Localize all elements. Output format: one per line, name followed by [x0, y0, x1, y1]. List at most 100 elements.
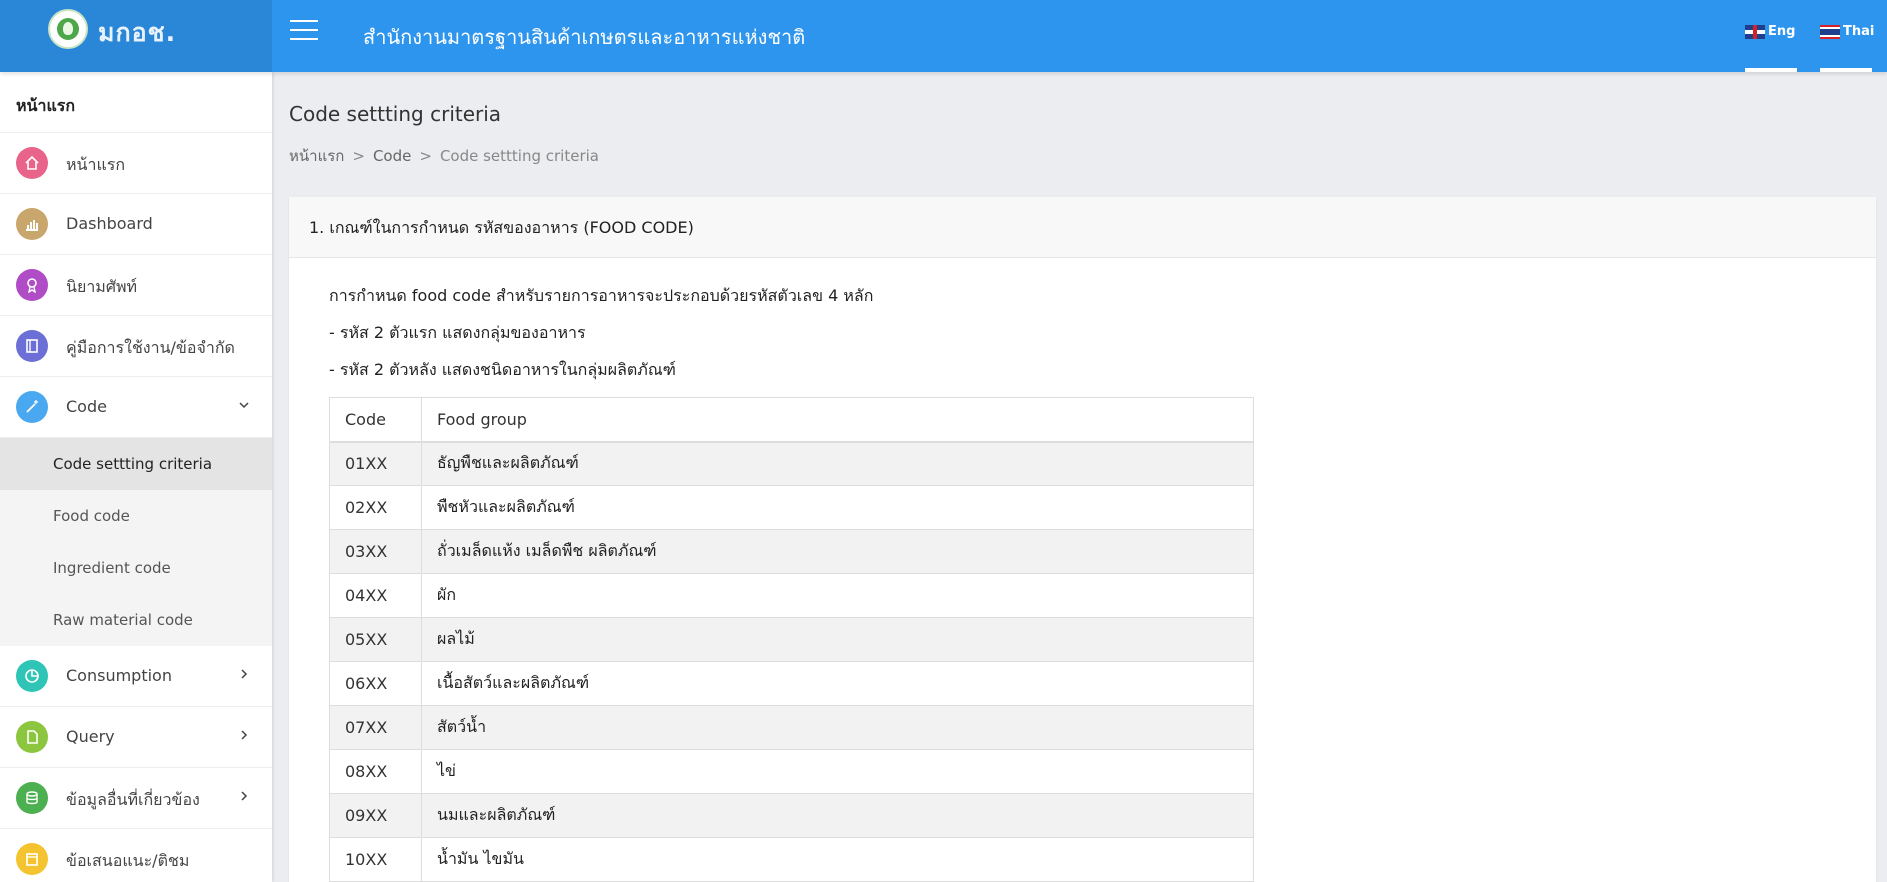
- thai-flag-icon: [1820, 24, 1840, 39]
- magic-wand-icon: [16, 391, 48, 423]
- cell-code: 06XX: [329, 661, 422, 706]
- sidebar-subitem-raw-material-code[interactable]: Raw material code: [0, 594, 272, 646]
- book-icon: [16, 330, 48, 362]
- food-group-table: Code Food group 01XX ธัญพืชและผลิตภัณฑ์ 0…: [329, 397, 1254, 882]
- column-header-food-group: Food group: [421, 397, 1254, 443]
- description-text: - รหัส 2 ตัวแรก แสดงกลุ่มของอาหาร: [329, 323, 586, 342]
- table-row: 04XX ผัก: [329, 573, 1254, 618]
- cell-code: 08XX: [329, 749, 422, 794]
- table-row: 09XX นมและผลิตภัณฑ์: [329, 793, 1254, 838]
- bar-chart-icon: [16, 208, 48, 240]
- note-icon: [16, 843, 48, 875]
- breadcrumb-code[interactable]: Code: [373, 147, 411, 165]
- sidebar: หน้าแรก หน้าแรก Dashboard นิยามศัพท์ คู่…: [0, 72, 272, 882]
- sidebar-subitem-code-setting-criteria[interactable]: Code settting criteria: [0, 438, 272, 490]
- uk-flag-icon: [1745, 24, 1765, 39]
- sidebar-item-label: หน้าแรก: [66, 155, 126, 174]
- sidebar-item-label: คู่มือการใช้งาน/ข้อจำกัด: [66, 338, 235, 357]
- table-row: 01XX ธัญพืชและผลิตภัณฑ์: [329, 441, 1254, 486]
- sidebar-item-label: Consumption: [66, 666, 172, 685]
- chevron-right-icon: [241, 791, 248, 801]
- sidebar-subitem-label: Ingredient code: [53, 559, 171, 577]
- lang-en-label: Eng: [1768, 24, 1796, 39]
- brand[interactable]: มกอช.: [0, 0, 272, 72]
- description-text: - รหัส 2 ตัวหลัง แสดงชนิดอาหารในกลุ่มผลิ…: [329, 360, 676, 379]
- table-row: 07XX สัตว์น้ำ: [329, 705, 1254, 750]
- table-header-row: Code Food group: [329, 397, 1254, 443]
- cell-food-group: ธัญพืชและผลิตภัณฑ์: [421, 441, 1254, 486]
- sidebar-subitem-label: Food code: [53, 507, 130, 525]
- sidebar-item-dashboard[interactable]: Dashboard: [0, 194, 272, 255]
- sidebar-subitem-food-code[interactable]: Food code: [0, 490, 272, 542]
- cell-food-group: เนื้อสัตว์และผลิตภัณฑ์: [421, 661, 1254, 706]
- sidebar-header: หน้าแรก: [0, 72, 272, 133]
- sidebar-item-label: Dashboard: [66, 214, 153, 233]
- database-icon: [16, 782, 48, 814]
- card-body: การกำหนด food code สำหรับรายการอาหารจะปร…: [289, 258, 1876, 882]
- brand-name: มกอช.: [98, 18, 177, 47]
- cell-code: 04XX: [329, 573, 422, 618]
- site-title: สำนักงานมาตรฐานสินค้าเกษตรและอาหารแห่งชา…: [363, 25, 806, 49]
- chevron-down-icon: [239, 402, 249, 409]
- logo-icon: [48, 9, 88, 49]
- document-icon: [16, 721, 48, 753]
- sidebar-item-glossary[interactable]: นิยามศัพท์: [0, 255, 272, 316]
- chevron-right-icon: [241, 730, 248, 740]
- lang-en-button[interactable]: Eng: [1745, 24, 1795, 39]
- sidebar-item-label: ข้อเสนอแนะ/ติชม: [66, 851, 190, 870]
- sidebar-item-feedback[interactable]: ข้อเสนอแนะ/ติชม: [0, 829, 272, 882]
- cell-code: 02XX: [329, 485, 422, 530]
- sidebar-subitem-label: Code settting criteria: [53, 455, 213, 473]
- cell-food-group: พืชหัวและผลิตภัณฑ์: [421, 485, 1254, 530]
- sidebar-item-label: Query: [66, 727, 115, 746]
- card-title: 1. เกณฑ์ในการกำหนด รหัสของอาหาร (FOOD CO…: [289, 197, 1876, 258]
- cell-food-group: ไข่: [421, 749, 1254, 794]
- sidebar-item-related-info[interactable]: ข้อมูลอื่นที่เกี่ยวข้อง: [0, 768, 272, 829]
- sidebar-item-manual[interactable]: คู่มือการใช้งาน/ข้อจำกัด: [0, 316, 272, 377]
- sidebar-item-label: Code: [66, 397, 107, 416]
- cell-code: 05XX: [329, 617, 422, 662]
- sidebar-item-query[interactable]: Query: [0, 707, 272, 768]
- sidebar-item-home[interactable]: หน้าแรก: [0, 133, 272, 194]
- top-bar: มกอช. สำนักงานมาตรฐานสินค้าเกษตรและอาหาร…: [0, 0, 1887, 72]
- cell-food-group: สัตว์น้ำ: [421, 705, 1254, 750]
- chevron-right-icon: [241, 669, 248, 679]
- table-row: 08XX ไข่: [329, 749, 1254, 794]
- table-row: 06XX เนื้อสัตว์และผลิตภัณฑ์: [329, 661, 1254, 706]
- sidebar-item-consumption[interactable]: Consumption: [0, 646, 272, 707]
- table-row: 03XX ถั่วเมล็ดแห้ง เมล็ดพืช ผลิตภัณฑ์: [329, 529, 1254, 574]
- cell-food-group: นมและผลิตภัณฑ์: [421, 793, 1254, 838]
- table-row: 05XX ผลไม้: [329, 617, 1254, 662]
- cell-code: 07XX: [329, 705, 422, 750]
- sidebar-item-code[interactable]: Code: [0, 377, 272, 438]
- lang-th-label: Thai: [1843, 24, 1875, 39]
- description-text: การกำหนด food code สำหรับรายการอาหารจะปร…: [329, 286, 874, 305]
- sidebar-subitem-ingredient-code[interactable]: Ingredient code: [0, 542, 272, 594]
- cell-food-group: ถั่วเมล็ดแห้ง เมล็ดพืช ผลิตภัณฑ์: [421, 529, 1254, 574]
- lang-th-underline: [1820, 68, 1872, 72]
- menu-icon[interactable]: [290, 20, 318, 42]
- sidebar-item-label: นิยามศัพท์: [66, 277, 138, 296]
- cell-code: 09XX: [329, 793, 422, 838]
- cell-code: 03XX: [329, 529, 422, 574]
- cell-food-group: น้ำมัน ไขมัน: [421, 837, 1254, 882]
- table-row: 10XX น้ำมัน ไขมัน: [329, 837, 1254, 882]
- pie-chart-icon: [16, 660, 48, 692]
- home-icon: [16, 147, 48, 179]
- sidebar-subitem-label: Raw material code: [53, 611, 193, 629]
- content-card: 1. เกณฑ์ในการกำหนด รหัสของอาหาร (FOOD CO…: [289, 197, 1876, 882]
- breadcrumb-current: Code settting criteria: [439, 147, 599, 165]
- page-title: Code settting criteria: [289, 102, 502, 126]
- sidebar-item-label: ข้อมูลอื่นที่เกี่ยวข้อง: [66, 790, 200, 809]
- cell-code: 01XX: [329, 441, 422, 486]
- cell-food-group: ผลไม้: [421, 617, 1254, 662]
- table-row: 02XX พืชหัวและผลิตภัณฑ์: [329, 485, 1254, 530]
- lang-th-button[interactable]: Thai: [1820, 24, 1874, 39]
- cell-code: 10XX: [329, 837, 422, 882]
- ribbon-icon: [16, 269, 48, 301]
- breadcrumb: หน้าแรก > Code > Code settting criteria: [289, 147, 599, 165]
- breadcrumb-home[interactable]: หน้าแรก: [289, 147, 344, 165]
- lang-en-underline: [1745, 68, 1797, 72]
- cell-food-group: ผัก: [421, 573, 1254, 618]
- column-header-code: Code: [329, 397, 422, 443]
